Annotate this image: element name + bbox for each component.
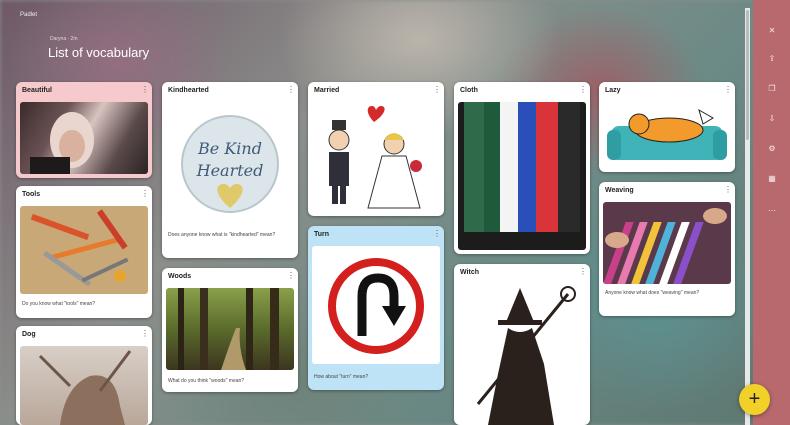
card-menu-icon[interactable]: ⋮ — [287, 85, 295, 94]
settings-icon[interactable]: ⚙ — [765, 142, 779, 156]
add-post-button[interactable]: + — [739, 384, 770, 415]
card-menu-icon[interactable]: ⋮ — [579, 267, 587, 276]
more-icon[interactable]: ⋯ — [765, 204, 779, 218]
card-menu-icon[interactable]: ⋮ — [141, 189, 149, 198]
card-title: Tools — [22, 191, 41, 198]
grid-icon[interactable]: ▦ — [765, 172, 779, 186]
card-cloth[interactable]: Cloth ⋮ — [454, 82, 590, 254]
card-image — [312, 100, 440, 212]
card-caption: Does anyone know what is "kindhearted" m… — [168, 232, 276, 238]
card-menu-icon[interactable]: ⋮ — [724, 185, 732, 194]
kind-text-1: Be Kind — [197, 139, 262, 158]
card-title: Dog — [22, 331, 36, 338]
card-caption: How about "turn" mean? — [314, 374, 369, 380]
card-caption: Anyone know what does "weaving" mean? — [605, 290, 700, 296]
card-kindhearted[interactable]: Kindhearted ⋮ Be Kind Hearted Does anyon… — [162, 82, 298, 258]
card-menu-icon[interactable]: ⋮ — [724, 85, 732, 94]
card-lazy[interactable]: Lazy ⋮ — [599, 82, 735, 172]
share-icon[interactable]: ⇪ — [765, 52, 779, 66]
close-icon[interactable]: ✕ — [765, 24, 779, 38]
card-beautiful[interactable]: Beautiful ⋮ — [16, 82, 152, 178]
card-image — [603, 100, 731, 168]
card-menu-icon[interactable]: ⋮ — [433, 85, 441, 94]
kind-text-2: Hearted — [196, 161, 264, 180]
card-title: Married — [314, 87, 340, 94]
card-title: Woods — [168, 273, 192, 280]
card-title: Weaving — [605, 187, 634, 194]
card-menu-icon[interactable]: ⋮ — [141, 329, 149, 338]
card-title: Lazy — [605, 87, 621, 94]
card-menu-icon[interactable]: ⋮ — [141, 85, 149, 94]
card-caption: Do you know what "tools" mean? — [22, 301, 96, 307]
card-image — [458, 102, 586, 250]
card-title: Witch — [460, 269, 479, 276]
card-title: Turn — [314, 231, 330, 238]
card-image — [20, 206, 148, 294]
card-image — [20, 102, 148, 174]
card-title: Cloth — [460, 87, 478, 94]
card-caption: What do you think "woods" mean? — [168, 378, 245, 384]
card-menu-icon[interactable]: ⋮ — [433, 229, 441, 238]
card-menu-icon[interactable]: ⋮ — [287, 271, 295, 280]
card-turn[interactable]: Turn ⋮ How about "turn" mean? — [308, 226, 444, 390]
card-title: Beautiful — [22, 87, 52, 94]
card-image — [20, 346, 148, 425]
card-menu-icon[interactable]: ⋮ — [579, 85, 587, 94]
card-image — [166, 288, 294, 370]
page-title: List of vocabulary — [48, 45, 150, 60]
card-dog[interactable]: Dog ⋮ — [16, 326, 152, 425]
copy-icon[interactable]: ❐ — [765, 82, 779, 96]
card-image — [458, 284, 586, 425]
download-icon[interactable]: ⇩ — [765, 112, 779, 126]
card-image — [312, 246, 440, 364]
app-name: Padlet — [20, 12, 38, 18]
card-title: Kindhearted — [168, 87, 209, 94]
card-woods[interactable]: Woods ⋮ What do you think "woods" mean? — [162, 268, 298, 392]
breadcrumb: Daryna · 2m — [50, 36, 78, 42]
card-image — [603, 202, 731, 284]
card-tools[interactable]: Tools ⋮ Do you know what "tools" mean? — [16, 186, 152, 318]
scrollbar-thumb[interactable] — [746, 10, 749, 140]
card-witch[interactable]: Witch ⋮ — [454, 264, 590, 425]
card-image: Be Kind Hearted — [166, 104, 294, 222]
card-married[interactable]: Married ⋮ — [308, 82, 444, 216]
card-weaving[interactable]: Weaving ⋮ Anyone know what does "weaving… — [599, 182, 735, 316]
